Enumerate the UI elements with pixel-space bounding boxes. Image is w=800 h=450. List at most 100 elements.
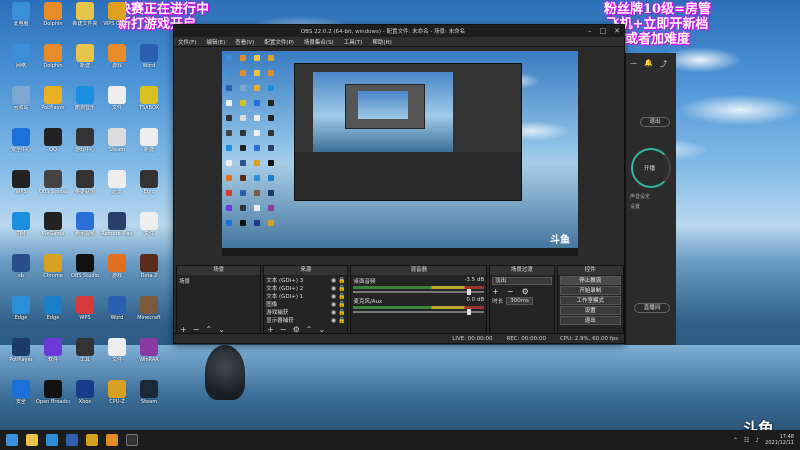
windows-start-icon[interactable] <box>6 434 18 446</box>
menu-help[interactable]: 帮助(H) <box>372 38 391 46</box>
menu-file[interactable]: 文件(F) <box>178 38 196 46</box>
desktop-icon[interactable]: OBS Studio <box>36 170 70 210</box>
transition-select[interactable]: 淡出 <box>492 277 552 285</box>
chevron-up-icon[interactable]: ⌃ <box>733 437 738 444</box>
desktop-icon[interactable]: 新建 <box>132 128 166 168</box>
desktop-icon[interactable]: Dota 2 <box>132 254 166 294</box>
share-icon[interactable]: ⤴ <box>660 59 667 69</box>
network-icon[interactable]: ☷ <box>744 437 749 444</box>
maximize-icon[interactable]: □ <box>600 27 607 35</box>
desktop-icon[interactable]: Minecraft <box>132 296 166 336</box>
desktop-icon[interactable]: 游戏中心 <box>68 128 102 168</box>
desktop-icon[interactable]: 文件 <box>100 86 134 126</box>
source-item[interactable]: 图像 ◉ 🔒 <box>266 301 345 309</box>
desktop-icon[interactable]: 安全 <box>4 380 38 420</box>
desktop-icon[interactable]: Edge <box>4 296 38 336</box>
source-item[interactable]: 文本 (GDI+) 2 ◉ 🔒 <box>266 285 345 293</box>
desktop-icon[interactable]: Dolphin <box>36 44 70 84</box>
desktop-icon[interactable]: 此电脑 <box>4 2 38 42</box>
desktop-icon[interactable]: TIM <box>4 212 38 252</box>
volume-slider[interactable] <box>353 289 485 295</box>
visibility-lock-icon[interactable]: ◉ 🔒 <box>331 293 346 301</box>
obs-taskbar-icon[interactable] <box>126 434 138 446</box>
close-icon[interactable]: ✕ <box>614 27 620 35</box>
desktop-icon[interactable]: Steam <box>100 128 134 168</box>
desktop-icon[interactable]: OBS Studio <box>68 254 102 294</box>
gear-icon[interactable]: ⚙ <box>522 287 529 296</box>
visibility-lock-icon[interactable]: ◉ 🔒 <box>331 301 346 309</box>
remove-icon[interactable]: − <box>507 287 514 296</box>
exit-button[interactable]: 退出 <box>559 316 621 325</box>
visibility-lock-icon[interactable]: ◉ 🔒 <box>331 277 346 285</box>
desktop-icon[interactable]: WPS Office <box>100 2 134 42</box>
minimize-icon[interactable]: — <box>630 59 637 67</box>
start-recording-button[interactable]: 开始录制 <box>559 286 621 295</box>
desktop-icon[interactable]: 酷狗音乐 <box>68 86 102 126</box>
volume-slider[interactable] <box>353 309 485 315</box>
source-item[interactable]: 文本 (GDI+) 3 ◉ 🔒 <box>266 277 345 285</box>
desktop-icon[interactable]: 软件 <box>36 338 70 378</box>
studio-mode-button[interactable]: 工作室模式 <box>559 296 621 305</box>
obs-window[interactable]: OBS 22.0.2 (64-bit, windows) - 配置文件: 未命名… <box>173 24 625 344</box>
volume-slider-handle[interactable] <box>467 289 472 295</box>
settings-button[interactable]: 设置 <box>559 306 621 315</box>
menu-tools[interactable]: 工具(T) <box>344 38 363 46</box>
menu-scene-collection[interactable]: 场景集合(S) <box>304 38 334 46</box>
source-item[interactable]: 文本 (GDI+) 1 ◉ 🔒 <box>266 293 345 301</box>
edge-icon[interactable] <box>46 434 58 446</box>
desktop-icon[interactable]: 文件 <box>132 212 166 252</box>
desktop-icon[interactable]: 游戏 <box>100 254 134 294</box>
visibility-lock-icon[interactable]: ◉ 🔒 <box>331 285 346 293</box>
menu-edit[interactable]: 编辑(E) <box>206 38 225 46</box>
minimize-icon[interactable]: – <box>588 27 592 35</box>
desktop-icon[interactable]: 回收站 <box>4 86 38 126</box>
add-icon[interactable]: + <box>492 287 499 296</box>
source-item[interactable]: 显示器捕获 ◉ 🔒 <box>266 317 345 325</box>
volume-icon[interactable]: ♪ <box>755 437 759 444</box>
scene-item[interactable]: 场景 <box>179 277 258 285</box>
desktop-icon[interactable]: 游戏 <box>100 44 134 84</box>
desktop-icon[interactable]: 腾讯视频 <box>68 212 102 252</box>
taskbar-clock[interactable]: 17:48 2021/12/11 <box>765 434 794 446</box>
desktop-icon[interactable]: 新建文件夹 <box>68 2 102 42</box>
desktop-icon[interactable]: PotPlayer <box>36 86 70 126</box>
desktop-icon[interactable]: Word <box>132 44 166 84</box>
desktop-icon[interactable]: CPU-Z <box>100 380 134 420</box>
stop-streaming-button[interactable]: 停止推流 <box>559 276 621 285</box>
store-icon[interactable] <box>66 434 78 446</box>
obs-preview-canvas[interactable]: 斗鱼 <box>222 51 578 256</box>
desktop-icon[interactable]: Chrome <box>36 254 70 294</box>
desktop-icon[interactable]: Word <box>100 296 134 336</box>
app-icon[interactable] <box>106 434 118 446</box>
duration-input[interactable]: 300ms <box>506 297 533 305</box>
desktop-icon[interactable]: WPS <box>68 296 102 336</box>
visibility-lock-icon[interactable]: ◉ 🔒 <box>331 317 346 325</box>
visibility-lock-icon[interactable]: ◉ 🔒 <box>331 309 346 317</box>
source-item[interactable]: 游戏捕获 ◉ 🔒 <box>266 309 345 317</box>
desktop-icon[interactable]: 新建 <box>68 44 102 84</box>
desktop-icon[interactable]: 英雄联盟 <box>68 170 102 210</box>
desktop-icon[interactable]: Remote Play <box>100 212 134 252</box>
file-explorer-icon[interactable] <box>26 434 38 446</box>
desktop-icon[interactable]: Epic <box>132 170 166 210</box>
desktop-icon[interactable]: Dolphin <box>36 2 70 42</box>
desktop-icon[interactable]: sb <box>4 254 38 294</box>
desktop-icon[interactable]: Xbox <box>68 380 102 420</box>
desktop-icon[interactable]: 迅雷 <box>100 170 134 210</box>
desktop-icon[interactable]: 文件 <box>100 338 134 378</box>
desktop-icon[interactable]: 工具 <box>68 338 102 378</box>
desktop-icon[interactable]: Steam <box>132 380 166 420</box>
desktop-icon[interactable]: 安全中心 <box>4 128 38 168</box>
desktop-icon[interactable]: TSXBOX <box>132 86 166 126</box>
exit-live-button[interactable]: 退出 <box>640 117 670 127</box>
live-room-button[interactable]: 直播间 <box>634 303 670 313</box>
desktop-icon[interactable]: Open Broadcaster <box>36 380 70 420</box>
desktop-icon[interactable]: Edge <box>36 296 70 336</box>
menu-view[interactable]: 查看(V) <box>235 38 254 46</box>
volume-slider-handle[interactable] <box>467 309 472 315</box>
bell-icon[interactable]: 🔔 <box>644 59 653 67</box>
desktop-icon[interactable]: QQ <box>36 128 70 168</box>
desktop-icon[interactable]: PotPlayer <box>4 338 38 378</box>
desktop-icon[interactable]: WeGame <box>36 212 70 252</box>
desktop-icon[interactable]: WPS <box>4 170 38 210</box>
